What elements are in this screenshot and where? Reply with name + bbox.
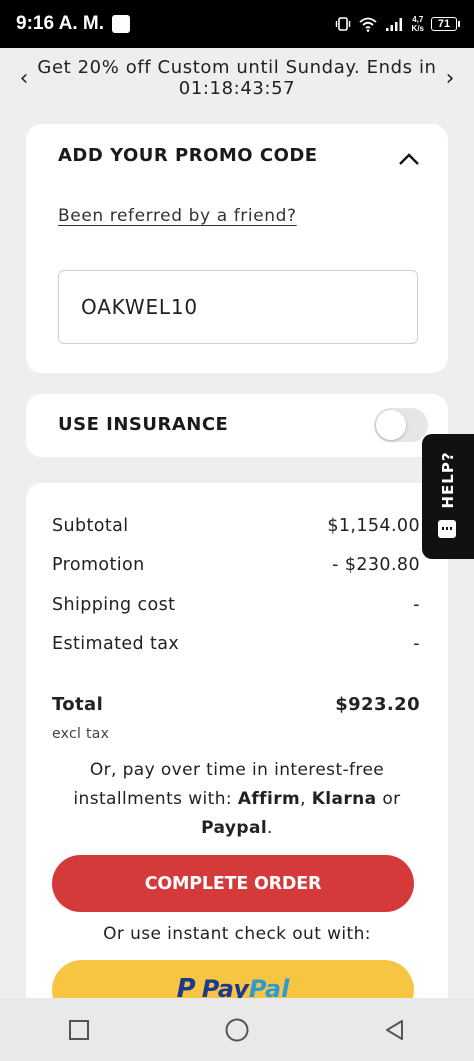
- network-speed: 4,7 K/s: [412, 15, 424, 33]
- status-right: 4,7 K/s 71: [335, 15, 460, 33]
- vibrate-icon: [335, 17, 350, 31]
- total-row: Total $923.20: [52, 694, 420, 715]
- installments-end: .: [267, 818, 273, 838]
- insurance-toggle[interactable]: [374, 408, 428, 442]
- notification-icon: [112, 15, 130, 33]
- battery-level: 71: [431, 17, 457, 31]
- tax-row: Estimated tax -: [52, 634, 420, 654]
- status-time: 9:16 A. M.: [16, 13, 104, 34]
- promotion-label: Promotion: [52, 555, 145, 575]
- recent-apps-button[interactable]: [59, 1010, 99, 1050]
- shipping-label: Shipping cost: [52, 595, 176, 615]
- promo-code-card: ADD YOUR PROMO CODE Been referred by a f…: [26, 124, 448, 373]
- shipping-row: Shipping cost -: [52, 595, 420, 615]
- klarna-label: Klarna: [311, 789, 377, 809]
- excl-tax-note: excl tax: [52, 726, 110, 742]
- signal-icon: [385, 18, 402, 31]
- chat-icon: [438, 520, 456, 538]
- order-summary-card: Subtotal $1,154.00 Promotion - $230.80 S…: [26, 483, 448, 1043]
- shipping-value: -: [413, 595, 420, 615]
- tax-label: Estimated tax: [52, 634, 180, 654]
- installments-or: or: [376, 789, 401, 809]
- status-left: 9:16 A. M.: [16, 13, 130, 35]
- chevron-right-icon[interactable]: ›: [440, 66, 460, 91]
- installments-sep: ,: [300, 789, 312, 809]
- wifi-icon: [358, 17, 377, 32]
- circle-icon: [225, 1018, 249, 1041]
- help-tab[interactable]: HELP?: [422, 434, 474, 559]
- promo-banner-message: Get 20% off Custom until Sunday. Ends in: [37, 57, 437, 78]
- complete-order-button[interactable]: COMPLETE ORDER: [52, 855, 414, 912]
- total-label: Total: [52, 694, 104, 715]
- insurance-label: USE INSURANCE: [58, 414, 229, 435]
- status-bar: 9:16 A. M. 4,7 K/s 71: [0, 0, 474, 48]
- back-button[interactable]: [375, 1010, 415, 1050]
- toggle-knob: [376, 410, 406, 440]
- subtotal-value: $1,154.00: [327, 516, 420, 536]
- network-speed-unit: K/s: [411, 24, 424, 33]
- tax-value: -: [413, 634, 420, 654]
- system-nav-bar: [0, 998, 474, 1061]
- affirm-label: Affirm: [237, 789, 301, 809]
- total-value: $923.20: [335, 694, 420, 715]
- back-triangle-icon: [386, 1019, 403, 1040]
- network-speed-value: 4,7: [412, 15, 424, 24]
- chevron-left-icon[interactable]: ‹: [14, 66, 34, 91]
- chevron-up-icon[interactable]: [398, 148, 420, 170]
- promotion-value: - $230.80: [332, 555, 420, 575]
- promo-banner: ‹ Get 20% off Custom until Sunday. Ends …: [0, 48, 474, 108]
- insurance-card: USE INSURANCE: [26, 394, 448, 457]
- help-label: HELP?: [439, 451, 457, 509]
- promo-code-input[interactable]: [58, 270, 418, 344]
- referral-link[interactable]: Been referred by a friend?: [58, 206, 297, 226]
- instant-checkout-text: Or use instant check out with:: [103, 924, 371, 944]
- square-icon: [69, 1019, 89, 1040]
- installments-text: Or, pay over time in interest-free insta…: [52, 756, 422, 843]
- paypal-label: Paypal: [201, 818, 268, 838]
- subtotal-row: Subtotal $1,154.00: [52, 516, 420, 536]
- subtotal-label: Subtotal: [52, 516, 129, 536]
- home-button[interactable]: [217, 1010, 257, 1050]
- promo-code-title: ADD YOUR PROMO CODE: [58, 145, 318, 166]
- promotion-row: Promotion - $230.80: [52, 555, 420, 575]
- promo-countdown: 01:18:43:57: [178, 78, 296, 99]
- promo-banner-text: Get 20% off Custom until Sunday. Ends in…: [34, 57, 440, 99]
- battery-icon: 71: [431, 17, 460, 31]
